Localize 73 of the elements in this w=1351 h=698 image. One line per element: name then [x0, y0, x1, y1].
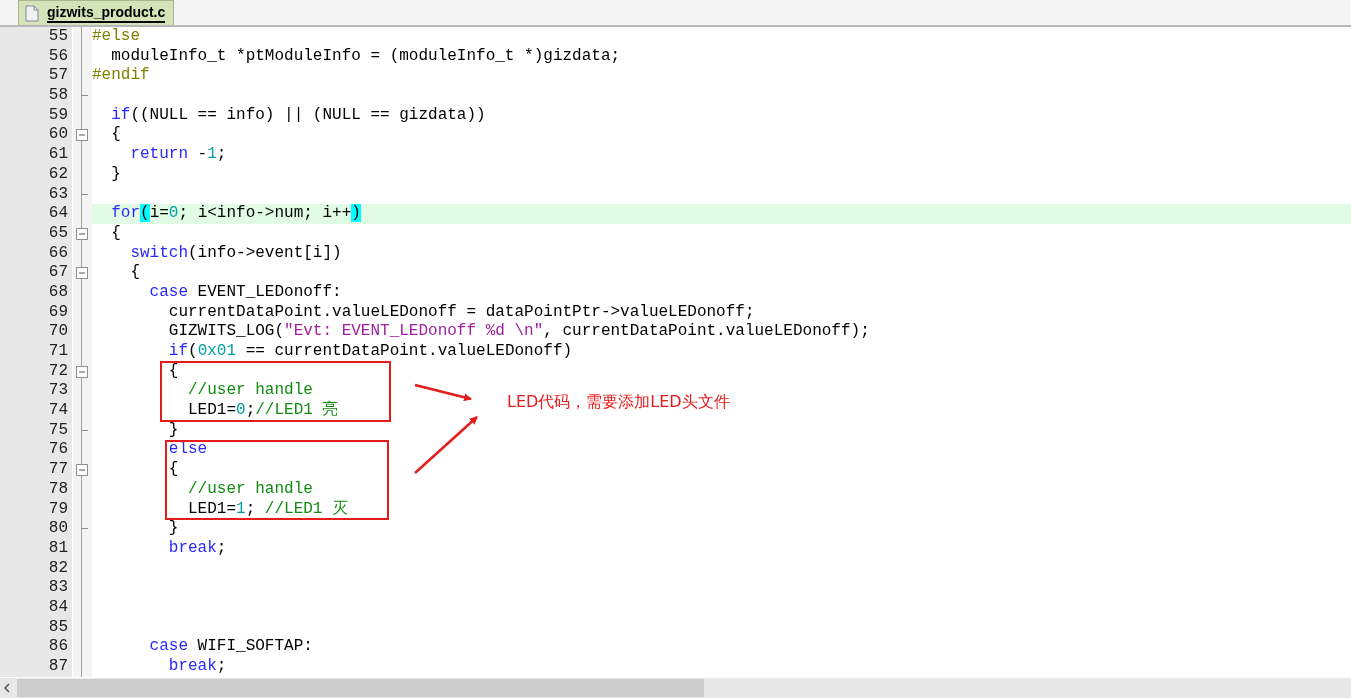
code-line: #else [92, 27, 140, 45]
line-number: 65 [0, 223, 72, 244]
line-number: 60 [0, 125, 72, 146]
code-line: } [167, 420, 179, 439]
fold-toggle-icon[interactable] [76, 365, 88, 378]
fold-toggle-icon[interactable] [76, 129, 88, 142]
code-line: moduleInfo_t *ptModuleInfo = (moduleInfo_t *)gizdata; [110, 46, 621, 65]
line-number: 66 [0, 243, 72, 264]
code-line: case WIFI_SOFTAP: [148, 637, 313, 656]
line-number: 81 [0, 538, 72, 559]
code-line: //user handle [187, 381, 313, 400]
file-tab[interactable]: gizwits_product.c [18, 0, 175, 25]
arrow [414, 416, 478, 474]
line-number: 86 [0, 637, 72, 657]
code-line: GIZWITS_LOG("Evt: EVENT_LEDonoff %d \n", currentDataPoint.valueLEDonoff); [167, 322, 870, 341]
code-line: #endif [92, 66, 150, 85]
scrollbar-thumb[interactable] [17, 679, 704, 697]
line-number: 64 [0, 204, 72, 224]
code-line: for(i=0; i<info->num; i++) [110, 204, 361, 223]
line-number: 63 [0, 184, 72, 205]
line-number: 67 [0, 263, 72, 283]
line-number: 73 [0, 381, 72, 402]
code-line: //user handle [187, 479, 313, 498]
line-number: 56 [0, 46, 72, 67]
code-line: break; [167, 538, 227, 557]
line-number: 55 [0, 27, 72, 47]
fold-toggle-icon[interactable] [76, 227, 88, 240]
line-number: 68 [0, 282, 72, 303]
code-line: if((NULL == info) || (NULL == gizdata)) [110, 105, 486, 124]
line-number: 79 [0, 499, 72, 520]
line-number: 85 [0, 617, 72, 638]
code-line: return -1; [129, 145, 227, 164]
horizontal-scrollbar[interactable] [0, 678, 1351, 698]
line-number: 69 [0, 302, 72, 323]
line-number: 72 [0, 361, 72, 382]
code-line: if(0x01 == currentDataPoint.valueLEDonoff) [167, 342, 573, 360]
code-line: currentDataPoint.valueLEDonoff = dataPointPtr->valueLEDonoff; [167, 302, 755, 321]
line-number: 77 [0, 460, 72, 480]
code-line: break; [167, 657, 227, 675]
line-number: 87 [0, 657, 72, 677]
code-line: LED1=0;//LED1 亮 [187, 401, 339, 420]
arrow [414, 383, 472, 402]
code-line: { [167, 361, 179, 380]
fold-toggle-icon[interactable] [76, 267, 88, 280]
code-line: { [110, 223, 121, 242]
line-number: 84 [0, 597, 72, 618]
line-number: 61 [0, 145, 72, 165]
code-line: else [167, 440, 208, 459]
line-number: 83 [0, 578, 72, 598]
scroll-left-icon[interactable] [1, 682, 13, 694]
annotation-note: LED代码，需要添加LED头文件 [507, 392, 730, 413]
line-number: 59 [0, 105, 72, 126]
code-line: { [167, 460, 179, 479]
code-line: LED1=1; //LED1 灭 [187, 499, 349, 518]
code-line: { [129, 263, 140, 282]
line-number: 75 [0, 420, 72, 441]
line-number: 70 [0, 322, 72, 342]
code-line: } [110, 164, 121, 183]
line-number: 58 [0, 86, 72, 106]
line-number: 76 [0, 440, 72, 461]
line-number: 82 [0, 558, 72, 579]
code-line: case EVENT_LEDonoff: [148, 282, 342, 301]
line-number: 80 [0, 519, 72, 539]
line-number: 57 [0, 66, 72, 87]
fold-toggle-icon[interactable] [76, 464, 88, 477]
line-number: 62 [0, 164, 72, 185]
code-line: { [110, 125, 121, 144]
line-number: 74 [0, 401, 72, 421]
code-line: } [167, 519, 179, 538]
code-line: switch(info->event[i]) [129, 243, 342, 262]
file-icon [25, 4, 39, 22]
line-number: 78 [0, 479, 72, 500]
line-number: 71 [0, 342, 72, 362]
